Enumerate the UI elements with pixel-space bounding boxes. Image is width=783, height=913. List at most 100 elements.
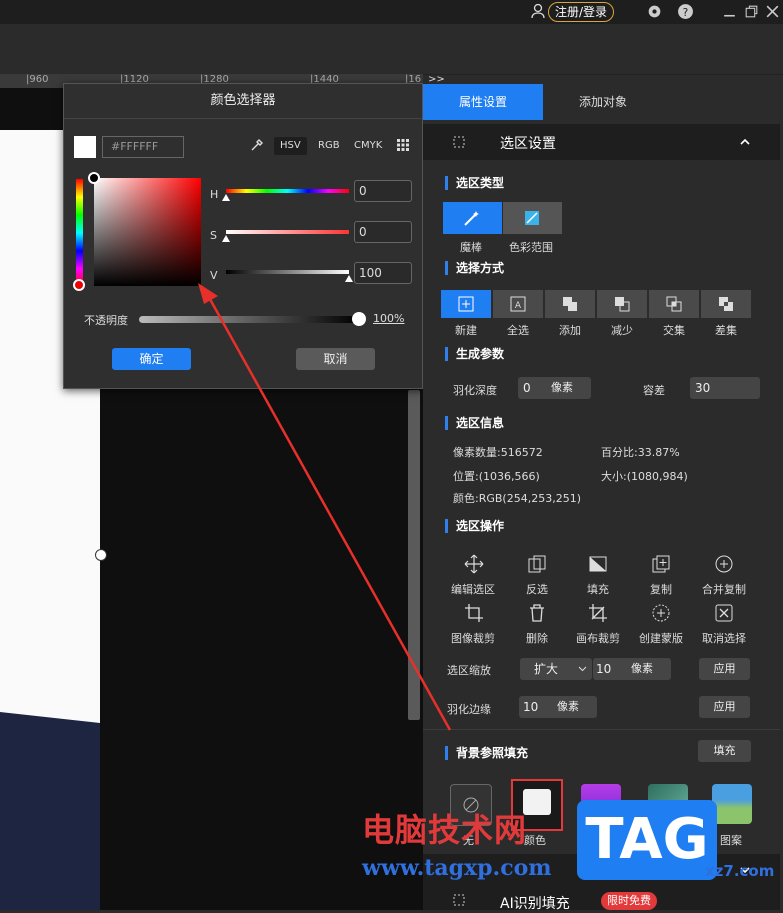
s-slider[interactable] [226,230,349,234]
cancel-button[interactable]: 取消 [296,348,375,370]
mode-add[interactable] [545,290,595,318]
trash-icon[interactable] [527,603,547,623]
ok-button[interactable]: 确定 [112,348,191,370]
op-edit-selection[interactable]: 编辑选区 [443,581,503,597]
color-fill-preview [523,789,551,815]
h-input[interactable]: 0 [354,180,412,202]
h-slider-thumb[interactable] [222,194,230,201]
op-create-mask[interactable]: 创建蒙版 [631,630,691,646]
op-deselect[interactable]: 取消选择 [694,630,754,646]
login-button[interactable]: 注册/登录 [548,2,615,22]
mode-select-all[interactable]: A [493,290,543,318]
selection-settings-header[interactable]: 选区设置 [423,124,780,160]
divider [423,729,780,730]
copy-icon[interactable] [651,554,671,574]
watermark-logo: TAG [577,800,717,880]
op-crop-image[interactable]: 图像裁剪 [443,630,503,646]
op-delete[interactable]: 删除 [507,630,567,646]
invert-icon[interactable] [527,554,547,574]
s-slider-thumb[interactable] [222,235,230,242]
mode-difference[interactable] [701,290,751,318]
opacity-slider-thumb[interactable] [352,312,366,326]
fill-icon[interactable] [588,554,608,574]
minimize-icon[interactable] [721,3,738,20]
op-invert[interactable]: 反选 [507,581,567,597]
v-slider[interactable] [226,270,349,274]
svg-text:?: ? [683,6,689,19]
scale-value-input[interactable]: 10 像素 [593,658,671,680]
op-crop-canvas[interactable]: 画布裁剪 [568,630,628,646]
canvas-scrollbar[interactable] [408,390,420,720]
watermark-site: xz7.com [705,862,775,880]
label-mode-difference: 差集 [715,324,737,337]
label-fill-color: 颜色 [524,834,546,847]
saturation-value-box[interactable] [94,178,201,286]
s-input[interactable]: 0 [354,221,412,243]
feather-edge-apply-button[interactable]: 应用 [699,696,750,718]
section-selection-type: 选区类型 [445,176,504,190]
chevron-up-icon[interactable] [739,136,751,148]
op-fill[interactable]: 填充 [568,581,628,597]
crop-canvas-icon[interactable] [588,603,608,623]
scale-apply-button[interactable]: 应用 [699,658,750,680]
gear-icon[interactable] [646,3,663,20]
mode-new[interactable] [441,290,491,318]
label-mode-add: 添加 [559,324,581,337]
hue-knob[interactable] [73,279,85,291]
opacity-slider[interactable] [139,316,359,323]
mask-icon[interactable] [651,603,671,623]
close-icon[interactable] [764,3,781,20]
feather-depth-input[interactable]: 0 像素 [518,377,591,399]
opacity-value[interactable]: 100% [373,312,404,325]
tab-add-object[interactable]: 添加对象 [543,84,663,120]
feather-depth-value: 0 [523,381,531,395]
info-size: 大小:(1080,984) [601,470,688,483]
scale-mode-value: 扩大 [534,662,559,676]
eyedropper-icon[interactable] [250,138,264,152]
grid-icon[interactable] [397,139,409,151]
scale-unit: 像素 [631,662,653,675]
feather-edge-label: 羽化边缘 [447,703,491,716]
option-magic-wand[interactable] [443,202,502,234]
title-bar: 注册/登录 ? [0,0,783,24]
bg-fill-button[interactable]: 填充 [698,740,751,762]
crop-image-icon[interactable] [464,603,484,623]
info-pixels: 像素数量:516572 [453,446,543,459]
tab-properties[interactable]: 属性设置 [423,84,543,120]
hex-input[interactable]: #FFFFFF [102,136,184,158]
free-badge: 限时免费 [601,892,657,910]
mode-hsv[interactable]: HSV [274,137,307,155]
sv-knob[interactable] [88,172,100,184]
op-merge-copy[interactable]: 合并复制 [694,581,754,597]
merge-copy-icon[interactable] [714,554,734,574]
mode-rgb[interactable]: RGB [312,137,346,155]
deselect-icon[interactable] [714,603,734,623]
fill-option-pattern[interactable] [712,784,752,824]
mode-cmyk[interactable]: CMYK [348,137,388,155]
restore-icon[interactable] [743,3,760,20]
toolbar [0,24,783,75]
mode-subtract[interactable] [597,290,647,318]
magic-wand-icon [464,211,479,226]
label-mode-intersect: 交集 [663,324,685,337]
v-slider-thumb[interactable] [345,275,353,282]
help-icon[interactable]: ? [677,3,694,20]
selection-handle[interactable] [95,549,107,561]
label-mode-new: 新建 [455,324,477,337]
h-slider[interactable] [226,189,349,193]
hue-strip[interactable] [76,179,83,287]
feather-edge-input[interactable]: 10 像素 [519,696,597,718]
option-color-range[interactable] [503,202,562,234]
label-mode-select-all: 全选 [507,324,529,337]
mode-intersect[interactable] [649,290,699,318]
add-selection-icon [563,297,577,311]
move-icon[interactable] [464,554,484,574]
label-magic-wand: 魔棒 [460,241,482,254]
ruler-tick: |960 [26,74,49,85]
v-input[interactable]: 100 [354,262,412,284]
tolerance-input[interactable]: 30 [690,377,760,399]
user-icon[interactable] [530,3,546,19]
scale-mode-select[interactable]: 扩大 [520,658,592,680]
section-selection-mode: 选择方式 [445,261,504,275]
op-copy[interactable]: 复制 [631,581,691,597]
